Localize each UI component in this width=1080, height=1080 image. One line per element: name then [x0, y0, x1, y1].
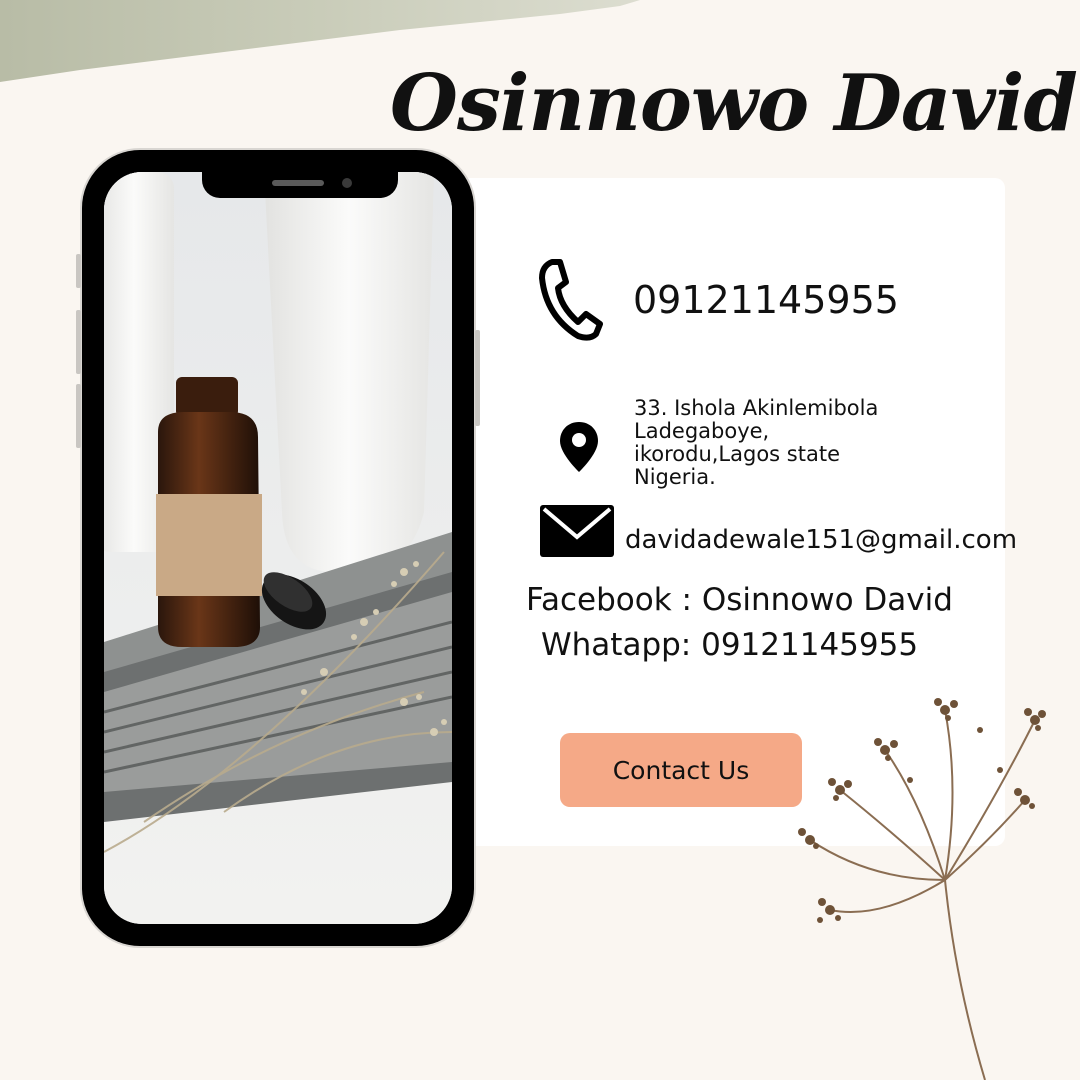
- phone-side-button: [475, 330, 480, 426]
- address: 33. Ishola Akinlemibola Ladegaboye, ikor…: [634, 397, 934, 489]
- phone-number: 09121145955: [633, 278, 899, 322]
- phone-side-button: [76, 384, 81, 448]
- phone-icon: [539, 259, 603, 341]
- email-address[interactable]: davidadewale151@gmail.com: [625, 525, 1017, 555]
- facebook-handle: Facebook : Osinnowo David: [526, 582, 953, 618]
- address-line: Nigeria.: [634, 465, 716, 489]
- address-line: ikorodu,Lagos state: [634, 442, 840, 466]
- address-line: Ladegaboye,: [634, 419, 770, 443]
- whatsapp-number: Whatapp: 09121145955: [541, 627, 919, 663]
- address-line: 33. Ishola Akinlemibola: [634, 396, 879, 420]
- dried-flower-decoration: [798, 698, 1046, 1080]
- speaker-grille: [272, 180, 324, 186]
- phone-mockup: [76, 150, 480, 946]
- location-pin-icon: [560, 422, 598, 472]
- contact-us-button[interactable]: Contact Us: [560, 733, 802, 807]
- envelope-icon: [540, 505, 614, 557]
- product-photo: [104, 172, 452, 924]
- phone-side-button: [76, 310, 81, 374]
- page-title: Osinnowo David: [390, 58, 1078, 149]
- front-camera: [342, 178, 352, 188]
- phone-screen: [104, 172, 452, 924]
- phone-notch: [202, 172, 398, 198]
- phone-side-button: [76, 254, 81, 288]
